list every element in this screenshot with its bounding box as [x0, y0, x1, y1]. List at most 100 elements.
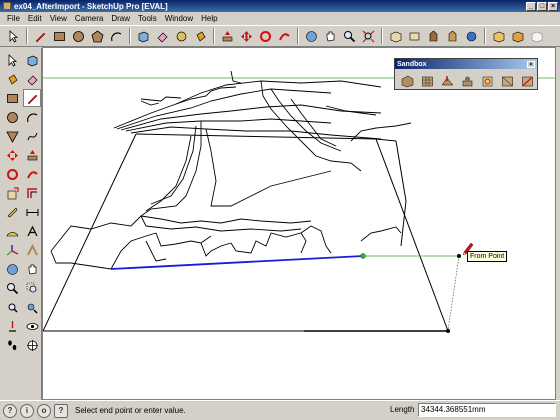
orbit-icon: [305, 30, 317, 42]
tape-tool-left[interactable]: [3, 203, 21, 221]
minimize-button[interactable]: _: [526, 1, 536, 11]
user-icon[interactable]: o: [37, 403, 51, 418]
rotate-tool-button[interactable]: [256, 27, 274, 45]
orbit-tool-left[interactable]: [3, 260, 21, 278]
position-camera-left[interactable]: [3, 317, 21, 335]
start-point-marker: [360, 253, 366, 259]
line-tool-left[interactable]: [23, 89, 41, 107]
window-title: ex04_AfterImport - SketchUp Pro [EVAL]: [14, 1, 168, 11]
menu-view[interactable]: View: [46, 14, 71, 23]
select-tool-button[interactable]: [4, 27, 22, 45]
dimension-tool-left[interactable]: [23, 203, 41, 221]
move-tool-button[interactable]: [237, 27, 255, 45]
scale-tool-left[interactable]: [3, 184, 21, 202]
zoom-extents-button[interactable]: [359, 27, 377, 45]
section-plane-left[interactable]: [23, 336, 41, 354]
share-model-button[interactable]: [508, 27, 526, 45]
measurements-box[interactable]: 34344.368551mm: [418, 403, 556, 417]
add-detail-button[interactable]: [498, 72, 516, 90]
pencil-icon: [27, 94, 37, 104]
pan-icon: [326, 31, 334, 41]
circle-tool-left[interactable]: [3, 108, 21, 126]
select-tool-left[interactable]: [3, 51, 21, 69]
geo-location-icon[interactable]: ?: [3, 403, 17, 418]
get-models-button[interactable]: [489, 27, 507, 45]
arc-tool-button[interactable]: [107, 27, 125, 45]
move-tool-left[interactable]: [3, 146, 21, 164]
pencil-icon: [35, 32, 45, 42]
component-icon: [138, 31, 148, 42]
3d-text-icon: [26, 243, 38, 255]
pushpull-tool-button[interactable]: [218, 27, 236, 45]
polygon-tool-left[interactable]: [3, 127, 21, 145]
tape-tool-button[interactable]: [172, 27, 190, 45]
flip-edge-button[interactable]: [518, 72, 536, 90]
zoom-extents-left[interactable]: [3, 298, 21, 316]
menu-edit[interactable]: Edit: [24, 14, 46, 23]
menu-help[interactable]: Help: [197, 14, 221, 23]
rotate-tool-left[interactable]: [3, 165, 21, 183]
circle-icon: [6, 111, 18, 123]
component-tool-left[interactable]: [23, 51, 41, 69]
zoom-tool-button[interactable]: [340, 27, 358, 45]
offset-tool-left[interactable]: [23, 184, 41, 202]
polygon-icon: [91, 30, 103, 42]
menu-tools[interactable]: Tools: [134, 14, 161, 23]
protractor-tool-left[interactable]: [3, 222, 21, 240]
text-tool-left[interactable]: [23, 222, 41, 240]
pan-tool-left[interactable]: [23, 260, 41, 278]
arc-tool-left[interactable]: [23, 108, 41, 126]
sandbox-close-button[interactable]: ×: [527, 60, 535, 68]
eraser-tool-left[interactable]: [23, 70, 41, 88]
drawing-viewport[interactable]: [42, 47, 556, 400]
menu-camera[interactable]: Camera: [71, 14, 107, 23]
menu-draw[interactable]: Draw: [107, 14, 134, 23]
back-view-button[interactable]: [462, 27, 480, 45]
maximize-button[interactable]: □: [537, 1, 547, 11]
menu-file[interactable]: File: [3, 14, 24, 23]
position-camera-icon: [8, 320, 16, 332]
from-scratch-button[interactable]: [418, 72, 436, 90]
polygon-tool-button[interactable]: [88, 27, 106, 45]
iso-view-button[interactable]: [386, 27, 404, 45]
close-button[interactable]: ×: [548, 1, 558, 11]
stamp-button[interactable]: [458, 72, 476, 90]
line-tool-button[interactable]: [31, 27, 49, 45]
zoom-tool-left[interactable]: [3, 279, 21, 297]
followme-tool-left[interactable]: [23, 165, 41, 183]
followme-tool-button[interactable]: [275, 27, 293, 45]
look-around-left[interactable]: [23, 317, 41, 335]
tape-measure-icon: [6, 206, 17, 217]
menu-window[interactable]: Window: [161, 14, 197, 23]
smoove-button[interactable]: [438, 72, 456, 90]
right-view-button[interactable]: [443, 27, 461, 45]
paint-tool-button[interactable]: [191, 27, 209, 45]
axes-tool-left[interactable]: [3, 241, 21, 259]
front-view-button[interactable]: [424, 27, 442, 45]
credits-icon[interactable]: i: [20, 403, 34, 418]
pan-tool-button[interactable]: [321, 27, 339, 45]
help-icon[interactable]: ?: [54, 403, 68, 418]
protractor-icon: [6, 231, 18, 236]
from-contours-button[interactable]: [398, 72, 416, 90]
paint-tool-left[interactable]: [3, 70, 21, 88]
from-contours-icon: [401, 75, 413, 87]
pushpull-tool-left[interactable]: [23, 146, 41, 164]
top-view-button[interactable]: [405, 27, 423, 45]
drape-button[interactable]: [478, 72, 496, 90]
component-tool-button[interactable]: [134, 27, 152, 45]
freehand-tool-left[interactable]: [23, 127, 41, 145]
3dtext-tool-left[interactable]: [23, 241, 41, 259]
zoom-window-left[interactable]: [23, 279, 41, 297]
eraser-tool-button[interactable]: [153, 27, 171, 45]
sandbox-toolbar[interactable]: Sandbox ×: [394, 58, 538, 90]
style-button[interactable]: [527, 27, 545, 45]
previous-view-left[interactable]: [23, 298, 41, 316]
rectangle-tool-button[interactable]: [50, 27, 68, 45]
circle-tool-button[interactable]: [69, 27, 87, 45]
terrain-outline: [43, 133, 449, 332]
rectangle-tool-left[interactable]: [3, 89, 21, 107]
walk-tool-left[interactable]: [3, 336, 21, 354]
rotate-icon: [6, 168, 18, 180]
orbit-tool-button[interactable]: [302, 27, 320, 45]
